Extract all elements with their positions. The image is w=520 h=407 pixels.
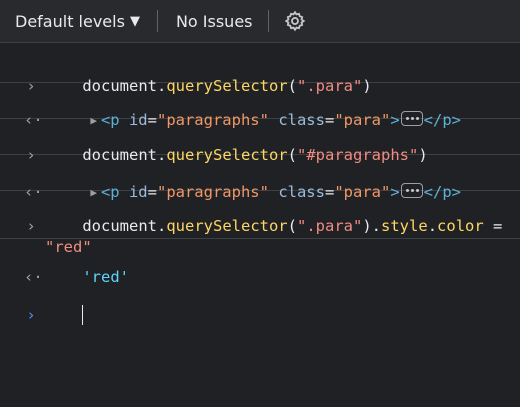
log-levels-dropdown[interactable]: Default levels ▼: [0, 0, 140, 42]
code-token: ".para": [297, 217, 363, 235]
code-token: .: [371, 217, 382, 235]
code-token: ): [362, 217, 372, 235]
dropdown-caret-icon: ▼: [129, 13, 140, 29]
text-cursor: [82, 305, 84, 325]
code-token: =: [483, 217, 503, 235]
code-token: .: [156, 217, 167, 235]
console-input-entry: › document.querySelector(".para"): [0, 43, 520, 95]
issues-button[interactable]: No Issues: [176, 12, 253, 31]
gear-icon[interactable]: [283, 9, 307, 33]
log-levels-label: Default levels: [15, 11, 125, 31]
code-token: (: [287, 217, 297, 235]
console-output-entry: ‹· ▶ <p id="paragraphs" class="para"> </p>: [0, 155, 520, 201]
console-toolbar: Default levels ▼ No Issues: [0, 0, 520, 43]
code-token: color: [437, 217, 484, 235]
console-input-entry: › document.querySelector(".para").style.c…: [0, 191, 520, 256]
prompt-chevron-icon: ›: [26, 306, 36, 324]
code-token: .: [427, 217, 438, 235]
console-output-entry: ‹·'red': [0, 239, 520, 286]
toolbar-divider: [267, 10, 269, 32]
code-token: style: [381, 217, 428, 235]
input-chevron-icon: ›: [26, 217, 36, 235]
console-log: › document.querySelector(".para") ‹· ▶ <p i…: [0, 43, 520, 325]
console-input-entry: › document.querySelector("#paragraphs"): [0, 119, 520, 164]
toolbar-divider: [156, 10, 158, 32]
console-output-entry: ‹· ▶ <p id="paragraphs" class="para"> </p>: [0, 83, 520, 129]
code-token: document: [82, 217, 157, 235]
code-token: querySelector: [166, 217, 288, 235]
console-prompt[interactable]: ›: [0, 277, 520, 325]
